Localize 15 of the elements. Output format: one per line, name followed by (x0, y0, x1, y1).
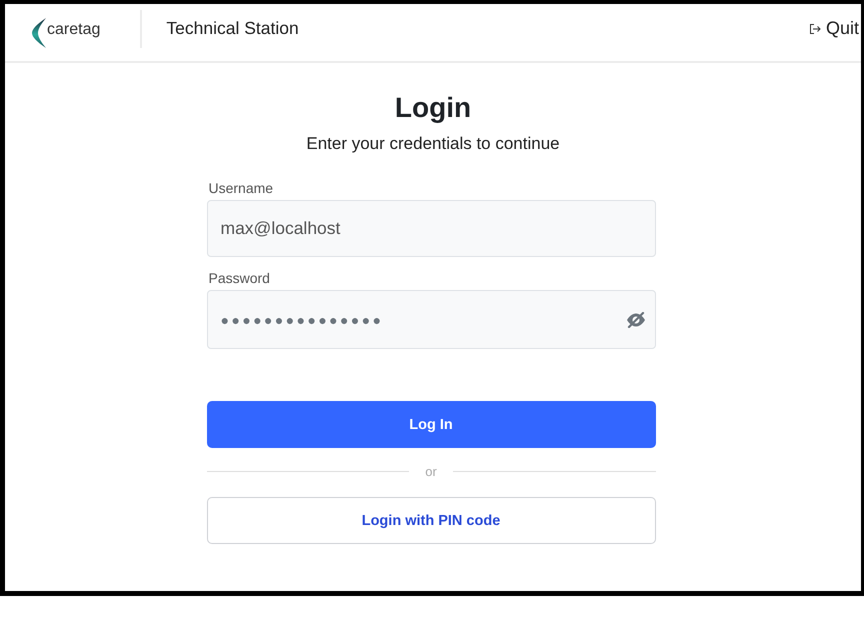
logo-icon (32, 18, 46, 48)
logout-icon (808, 22, 821, 34)
text-field[interactable]: max@localhost (206, 200, 656, 257)
app-title: Technical Station (166, 18, 299, 39)
pin-login-button[interactable]: Login with PIN code (206, 497, 656, 544)
field-label: Password (208, 269, 270, 287)
login-title: Login (394, 91, 472, 125)
field-label: Username (208, 179, 274, 197)
login-button[interactable]: Log In (206, 401, 656, 448)
login-subtitle: Enter your credentials to continue (306, 133, 560, 155)
password-field[interactable]: ●●●●●●●●●●●●●●● (206, 290, 656, 349)
separator-text: or (424, 464, 438, 478)
eye-slash-icon[interactable] (626, 312, 646, 328)
logo-text: caretag (47, 20, 100, 38)
quit-button[interactable]: Quit (808, 18, 859, 39)
